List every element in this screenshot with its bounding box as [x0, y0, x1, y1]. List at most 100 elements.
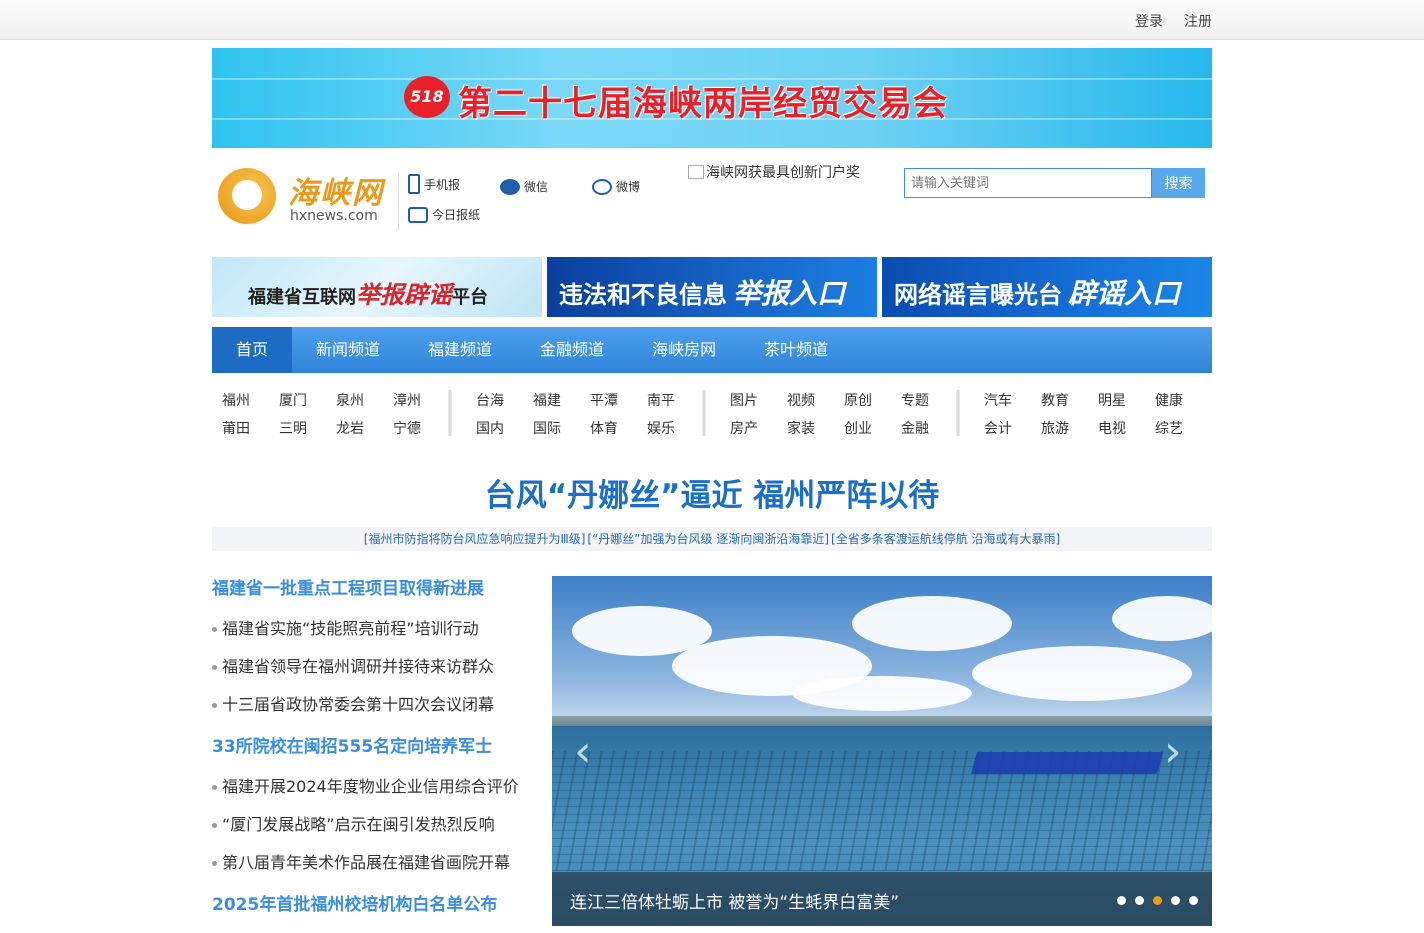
- weibo-icon: [592, 178, 612, 195]
- subnav-link[interactable]: 三明: [279, 418, 319, 438]
- promo2-main: 违法和不良信息: [559, 281, 727, 309]
- award-image[interactable]: 海峡网获最具创新门户奖: [688, 162, 860, 182]
- logo-sun-icon: [218, 168, 276, 224]
- subnav-link[interactable]: 会计: [984, 418, 1024, 438]
- subnav-link[interactable]: 福州: [222, 390, 262, 410]
- subnav-link[interactable]: 金融: [901, 418, 941, 438]
- subnav-link[interactable]: 创业: [844, 418, 884, 438]
- subnav-link[interactable]: 龙岩: [336, 418, 376, 438]
- wechat-icon: [500, 178, 520, 195]
- slide-caption[interactable]: 连江三倍体牡蛎上市 被誉为“生蚝界白富美”: [570, 888, 899, 913]
- promo2-highlight: 举报入口: [733, 277, 846, 310]
- subhead-link[interactable]: [福州市防指将防台风应急响应提升为Ⅲ级]: [364, 532, 586, 546]
- site-logo[interactable]: 海峡网 hxnews.com: [216, 166, 386, 228]
- nav-fujian[interactable]: 福建频道: [404, 327, 516, 373]
- logo-cn: 海峡网: [288, 176, 384, 211]
- subnav-link[interactable]: 泉州: [336, 390, 376, 410]
- subnav-link[interactable]: 旅游: [1041, 418, 1081, 438]
- promo-report-platform[interactable]: 福建省互联网举报辟谣平台: [212, 257, 542, 317]
- headline[interactable]: 台风“丹娜丝”逼近 福州严阵以待: [212, 470, 1212, 515]
- subnav-link[interactable]: 台海: [476, 390, 516, 410]
- paper-label: 今日报纸: [432, 208, 481, 222]
- wechat-label: 微信: [524, 180, 549, 194]
- nav-home[interactable]: 首页: [212, 327, 293, 373]
- subnav-link[interactable]: 电视: [1098, 418, 1138, 438]
- news-item[interactable]: 第八届青年美术作品展在福建省画院开幕: [212, 849, 510, 873]
- subnav-link[interactable]: 明星: [1098, 390, 1138, 410]
- subnav-link[interactable]: 图片: [730, 390, 770, 410]
- news-item[interactable]: 福建省领导在福州调研并接待来访群众: [212, 653, 494, 677]
- news-heading[interactable]: 33所院校在闽招555名定向培养军士: [212, 732, 492, 757]
- subnav-link[interactable]: 专题: [901, 390, 941, 410]
- divider: [398, 172, 399, 230]
- promo1-pre: 福建省互联网: [248, 287, 356, 308]
- subnav-link[interactable]: 漳州: [393, 390, 433, 410]
- subnav-separator: [956, 390, 960, 436]
- weibo-label: 微博: [616, 180, 641, 194]
- logo-en: hxnews.com: [290, 208, 378, 224]
- nav-tea[interactable]: 茶叶频道: [740, 327, 852, 373]
- promo-rumor-debunk[interactable]: 网络谣言曝光台 辟谣入口: [882, 257, 1212, 317]
- slider-dot[interactable]: [1189, 896, 1198, 905]
- award-alt-text: 海峡网获最具创新门户奖: [706, 165, 860, 181]
- expo-banner[interactable]: 518 第二十七届海峡两岸经贸交易会: [212, 48, 1212, 148]
- weibo-link[interactable]: 微博: [592, 178, 640, 195]
- paper-link[interactable]: 今日报纸: [408, 206, 480, 223]
- slider-dots: [1117, 896, 1198, 905]
- sub-nav: 福州 厦门 泉州 漳州 莆田 三明 龙岩 宁德 台海 福建 平潭 南平 国内 国…: [212, 384, 1212, 444]
- news-item[interactable]: “厦门发展战略”启示在闽引发热烈反响: [212, 811, 495, 835]
- subnav-link[interactable]: 娱乐: [647, 418, 687, 438]
- subnav-link[interactable]: 综艺: [1155, 418, 1195, 438]
- slide-image: [552, 576, 1212, 726]
- main-nav: 首页 新闻频道 福建频道 金融频道 海峡房网 茶叶频道: [212, 327, 1212, 373]
- news-item[interactable]: 十三届省政协常委会第十四次会议闭幕: [212, 691, 494, 715]
- subnav-link[interactable]: 家装: [787, 418, 827, 438]
- subnav-link[interactable]: 国际: [533, 418, 573, 438]
- newspaper-icon: [408, 206, 428, 223]
- subnav-link[interactable]: 宁德: [393, 418, 433, 438]
- slider-dot[interactable]: [1117, 896, 1126, 905]
- mobile-label: 手机报: [424, 177, 461, 192]
- subnav-link[interactable]: 南平: [647, 390, 687, 410]
- promo-illegal-report[interactable]: 违法和不良信息 举报入口: [547, 257, 877, 317]
- subnav-link[interactable]: 原创: [844, 390, 884, 410]
- nav-news[interactable]: 新闻频道: [292, 327, 404, 373]
- slider-dot[interactable]: [1135, 896, 1144, 905]
- subnav-link[interactable]: 莆田: [222, 418, 262, 438]
- subnav-group: 福州 厦门 泉州 漳州 莆田 三明 龙岩 宁德: [222, 384, 452, 444]
- broken-image-icon: [688, 165, 704, 179]
- subnav-link[interactable]: 福建: [533, 390, 573, 410]
- slider-dot[interactable]: [1153, 896, 1162, 905]
- subnav-link[interactable]: 体育: [590, 418, 630, 438]
- wechat-link[interactable]: 微信: [500, 178, 548, 195]
- nav-finance[interactable]: 金融频道: [516, 327, 628, 373]
- promo1-post: 平台: [452, 287, 488, 308]
- search-button[interactable]: 搜索: [1152, 168, 1205, 198]
- subnav-link[interactable]: 健康: [1155, 390, 1195, 410]
- news-heading[interactable]: 2025年首批福州校培机构白名单公布: [212, 890, 497, 915]
- phone-icon: [408, 174, 420, 194]
- subnav-link[interactable]: 国内: [476, 418, 516, 438]
- subnav-separator: [448, 390, 452, 436]
- subnav-link[interactable]: 平潭: [590, 390, 630, 410]
- subnav-link[interactable]: 厦门: [279, 390, 319, 410]
- subnav-link[interactable]: 房产: [730, 418, 770, 438]
- search-input[interactable]: [904, 168, 1152, 198]
- news-item[interactable]: 福建省实施“技能照亮前程”培训行动: [212, 615, 479, 639]
- slider-next-icon[interactable]: ›: [1164, 726, 1182, 777]
- slider-prev-icon[interactable]: ‹: [574, 726, 592, 777]
- nav-house[interactable]: 海峡房网: [628, 327, 740, 373]
- photo-slider[interactable]: ‹ › 连江三倍体牡蛎上市 被誉为“生蚝界白富美”: [552, 576, 1212, 926]
- slide-caption-bar: 连江三倍体牡蛎上市 被誉为“生蚝界白富美”: [552, 872, 1212, 926]
- slider-dot[interactable]: [1171, 896, 1180, 905]
- subnav-link[interactable]: 汽车: [984, 390, 1024, 410]
- subnav-link[interactable]: 视频: [787, 390, 827, 410]
- promo3-highlight: 辟谣入口: [1068, 277, 1181, 310]
- news-item[interactable]: 福建开展2024年度物业企业信用综合评价: [212, 773, 519, 797]
- subnav-group: 图片 视频 原创 专题 房产 家装 创业 金融: [730, 384, 960, 444]
- news-heading[interactable]: 福建省一批重点工程项目取得新进展: [212, 574, 484, 599]
- subnav-link[interactable]: 教育: [1041, 390, 1081, 410]
- subhead-link[interactable]: [全省多条客渡运航线停航 沿海或有大暴雨]: [831, 532, 1060, 546]
- mobile-link[interactable]: 手机报: [408, 174, 460, 194]
- subhead-link[interactable]: [“丹娜丝”加强为台风级 逐渐向闽浙沿海靠近]: [587, 532, 829, 546]
